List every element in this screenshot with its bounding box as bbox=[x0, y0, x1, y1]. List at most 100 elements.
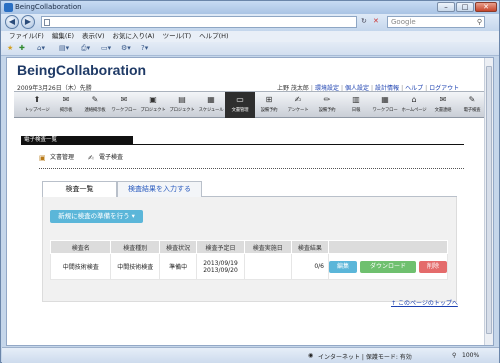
delete-button[interactable]: 削除 bbox=[419, 260, 447, 273]
tab-inspection-list[interactable]: 検査一覧 bbox=[42, 181, 117, 198]
bulletin-icon: ✉ bbox=[62, 95, 70, 104]
subnav-document-manage[interactable]: ▣ 文書管理 bbox=[39, 152, 74, 162]
nav-item[interactable]: ⊞ 設備予約 bbox=[254, 92, 284, 118]
print-icon[interactable]: ⎙▾ bbox=[81, 44, 90, 53]
log-icon: ▥ bbox=[352, 95, 360, 104]
column-header: 検査予定日 bbox=[196, 240, 245, 254]
refresh-icon[interactable]: ↻ bbox=[361, 17, 367, 25]
tools-menu-icon[interactable]: ⚙▾ bbox=[121, 44, 131, 52]
inspection-table: 検査名 検査種別 検査状況 検査予定日 検査実施日 検査結果 中間技術検査 中間… bbox=[49, 240, 448, 280]
address-bar: ◀ ▶ ↻ ✕ Google ⚲ bbox=[1, 14, 499, 31]
close-button[interactable]: ✕ bbox=[475, 2, 497, 12]
vertical-scrollbar[interactable] bbox=[484, 58, 493, 345]
status-bar: ◉ インターネット | 保護モード: 有効 ⚲ 100% bbox=[2, 347, 499, 363]
page-menu-icon[interactable]: ▭▾ bbox=[101, 44, 111, 52]
nav-label: 文書連絡 bbox=[434, 108, 452, 113]
nav-item[interactable]: ✎ 連絡掲示板 bbox=[80, 92, 110, 118]
page-icon bbox=[44, 19, 50, 26]
schedule-icon: ▦ bbox=[207, 95, 215, 104]
zoom-icon[interactable]: ⚲ bbox=[452, 352, 456, 359]
nav-label: 連絡掲示板 bbox=[84, 108, 106, 113]
minimize-button[interactable]: – bbox=[437, 2, 455, 12]
home-icon: ⬆ bbox=[33, 95, 41, 104]
table-row: 中間技術検査 中間技術検査 準備中 2013/09/19 2013/09/20 0… bbox=[49, 253, 448, 280]
menu-view[interactable]: 表示(V) bbox=[82, 31, 105, 42]
nav-item[interactable]: ✉ ワークフロー bbox=[109, 92, 139, 118]
home-icon[interactable]: ⌂▾ bbox=[37, 44, 45, 52]
menu-favorites[interactable]: お気に入り(A) bbox=[113, 31, 155, 42]
subnav-inspection[interactable]: ✍ 電子検査 bbox=[88, 152, 123, 162]
nav-item[interactable]: ✍ アンケート bbox=[283, 92, 313, 118]
pencil-icon: ✏ bbox=[323, 95, 331, 104]
title-bar: BeingCollaboration – □ ✕ bbox=[1, 1, 499, 14]
inspection-icon: ✍ bbox=[87, 153, 94, 162]
nav-item[interactable]: ⌂ ホームページ bbox=[399, 92, 429, 118]
nav-item[interactable]: ⬆ トップページ bbox=[22, 92, 52, 118]
search-input[interactable]: Google ⚲ bbox=[387, 16, 485, 28]
book-icon: ▣ bbox=[149, 95, 157, 104]
inspection-name: 中間技術検査 bbox=[49, 253, 112, 280]
nav-label: プロジェクト bbox=[140, 108, 166, 113]
workflow-icon: ▦ bbox=[381, 95, 389, 104]
edit-icon: ✎ bbox=[468, 95, 476, 104]
menu-edit[interactable]: 編集(E) bbox=[52, 31, 74, 42]
column-header bbox=[328, 240, 448, 254]
menu-help[interactable]: ヘルプ(H) bbox=[199, 31, 228, 42]
inspection-type: 中間技術検査 bbox=[110, 253, 161, 280]
security-zone: インターネット | 保護モード: 有効 bbox=[318, 354, 412, 361]
nav-label: 設備予約 bbox=[260, 108, 278, 113]
download-button[interactable]: ダウンロード bbox=[360, 260, 416, 273]
nav-item[interactable]: ▭ 文書管理 bbox=[225, 92, 255, 118]
new-inspection-button[interactable]: 新規に検査の準備を行う ▾ bbox=[50, 210, 143, 223]
nav-item[interactable]: ▦ ワークフロー bbox=[370, 92, 400, 118]
nav-label: ホームページ bbox=[401, 108, 427, 113]
feeds-icon[interactable]: ▤▾ bbox=[59, 44, 69, 52]
favorites-star-icon[interactable]: ★ bbox=[7, 44, 13, 52]
nav-label: 設備予約 bbox=[318, 108, 336, 113]
search-icon[interactable]: ⚲ bbox=[477, 17, 482, 27]
main-nav: ⬆ トップページ ✉ 掲示板 ✎ 連絡掲示板 ✉ ワークフロー ▣ プロジェクト ▤ プロジェクト ▦ ス… bbox=[14, 91, 484, 118]
planned-date: 2013/09/19 bbox=[203, 259, 238, 267]
scrollbar-thumb[interactable] bbox=[486, 66, 492, 334]
page-top-link[interactable]: ↑ このページのトップへ bbox=[391, 298, 458, 307]
menu-file[interactable]: ファイル(F) bbox=[9, 31, 44, 42]
nav-label: アンケート bbox=[287, 108, 309, 113]
favorites-bar: ★ ✚ ⌂▾ ▤▾ ⎙▾ ▭▾ ⚙▾ ?▾ bbox=[1, 42, 499, 56]
document-icon: ✉ bbox=[439, 95, 447, 104]
nav-label: トップページ bbox=[24, 108, 50, 113]
nav-item[interactable]: ✉ 文書連絡 bbox=[428, 92, 458, 118]
web-page: BeingCollaboration 2009年3月26日（木）先勝 上野 茂太… bbox=[6, 57, 494, 346]
maximize-button[interactable]: □ bbox=[456, 2, 474, 12]
url-field[interactable] bbox=[41, 16, 357, 28]
back-button[interactable]: ◀ bbox=[5, 15, 19, 29]
page-top-label: このページのトップへ bbox=[397, 300, 458, 307]
nav-label: ワークフロー bbox=[372, 108, 398, 113]
globe-icon: ◉ bbox=[308, 352, 314, 359]
nav-item[interactable]: ▤ プロジェクト bbox=[167, 92, 197, 118]
document-manage-icon: ▣ bbox=[39, 153, 46, 162]
forward-button[interactable]: ▶ bbox=[21, 15, 35, 29]
column-header: 検査名 bbox=[49, 240, 112, 254]
nav-item[interactable]: ▦ スケジュール bbox=[196, 92, 226, 118]
nav-label: 文書管理 bbox=[231, 108, 249, 113]
nav-label: 掲示板 bbox=[59, 108, 73, 113]
tab-enter-results[interactable]: 検査結果を入力する bbox=[117, 181, 202, 197]
stop-icon[interactable]: ✕ bbox=[373, 17, 379, 25]
nav-item[interactable]: ✎ 電子検査 bbox=[457, 92, 487, 118]
help-menu-icon[interactable]: ?▾ bbox=[141, 44, 148, 52]
folder-icon: ▭ bbox=[236, 95, 244, 104]
nav-item[interactable]: ✏ 設備予約 bbox=[312, 92, 342, 118]
nav-item[interactable]: ✉ 掲示板 bbox=[51, 92, 81, 118]
zoom-level[interactable]: 100% bbox=[462, 352, 479, 359]
nav-item[interactable]: ▥ 日報 bbox=[341, 92, 371, 118]
menu-tools[interactable]: ツール(T) bbox=[163, 31, 192, 42]
section-title: 電子検査一覧 bbox=[21, 136, 133, 144]
inspection-status: 準備中 bbox=[159, 253, 198, 280]
window-title: BeingCollaboration bbox=[15, 3, 82, 11]
nav-item[interactable]: ▣ プロジェクト bbox=[138, 92, 168, 118]
edit-button[interactable]: 編集 bbox=[329, 260, 357, 273]
tab-bar: 検査一覧 検査結果を入力する bbox=[42, 181, 457, 198]
add-favorite-icon[interactable]: ✚ bbox=[19, 44, 25, 52]
nav-label: 日報 bbox=[351, 108, 361, 113]
column-header: 検査結果 bbox=[290, 240, 330, 254]
